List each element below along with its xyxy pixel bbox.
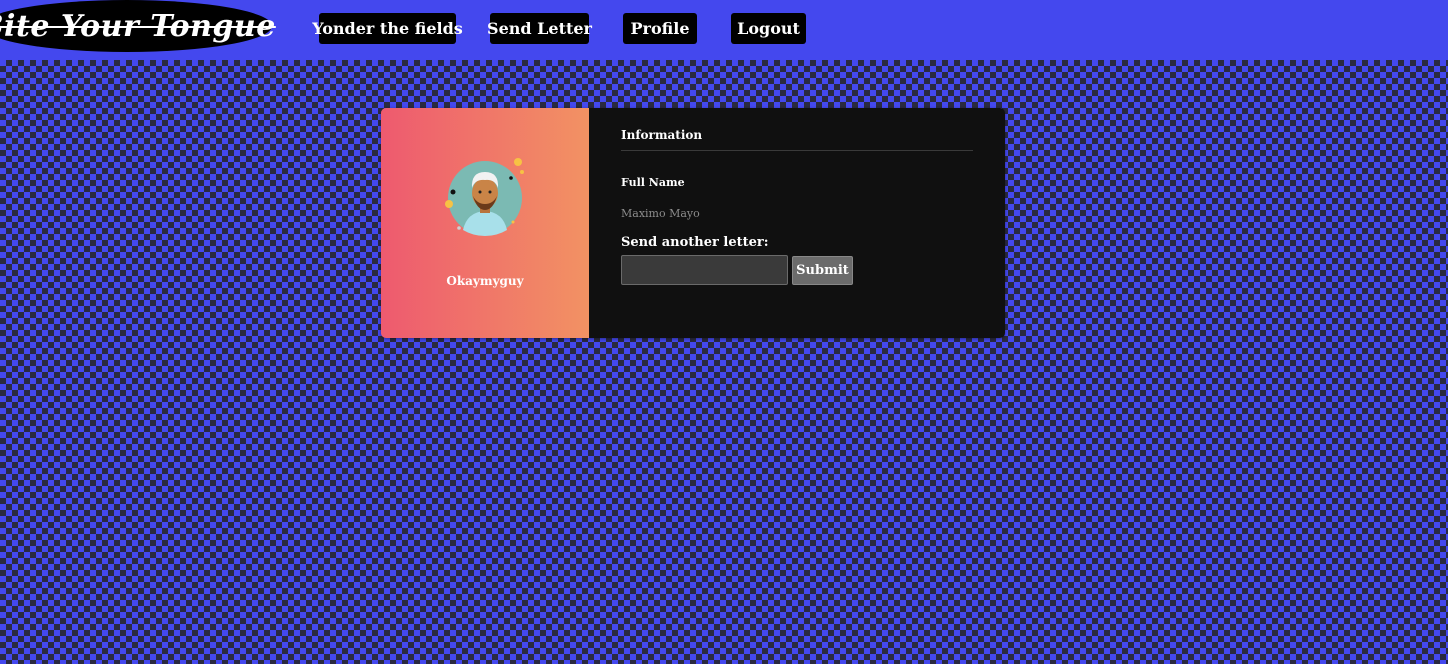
full-name-label: Full Name (621, 176, 685, 189)
profile-card: Okaymyguy Information Full Name Maximo M… (381, 108, 1005, 338)
profile-card-right-panel: Information Full Name Maximo Mayo Send a… (589, 108, 1005, 338)
top-navbar: Bite Your Tongue Yonder the fields Send … (0, 0, 1448, 60)
submit-button[interactable]: Submit (792, 256, 853, 285)
send-letter-label: Send another letter: (621, 235, 769, 250)
full-name-value: Maximo Mayo (621, 207, 700, 220)
profile-card-left-panel: Okaymyguy (381, 108, 589, 338)
nav-send-letter-button[interactable]: Send Letter (487, 13, 592, 44)
user-avatar-icon (445, 158, 524, 236)
letter-input[interactable] (621, 255, 788, 285)
section-divider (621, 150, 973, 151)
nav-profile-button[interactable]: Profile (623, 13, 697, 44)
profile-username: Okaymyguy (446, 274, 524, 288)
nav-logout-button[interactable]: Logout (731, 13, 806, 44)
information-heading: Information (621, 128, 703, 142)
nav-yonder-the-fields-button[interactable]: Yonder the fields (312, 13, 463, 44)
site-logo[interactable]: Bite Your Tongue (0, 0, 275, 52)
